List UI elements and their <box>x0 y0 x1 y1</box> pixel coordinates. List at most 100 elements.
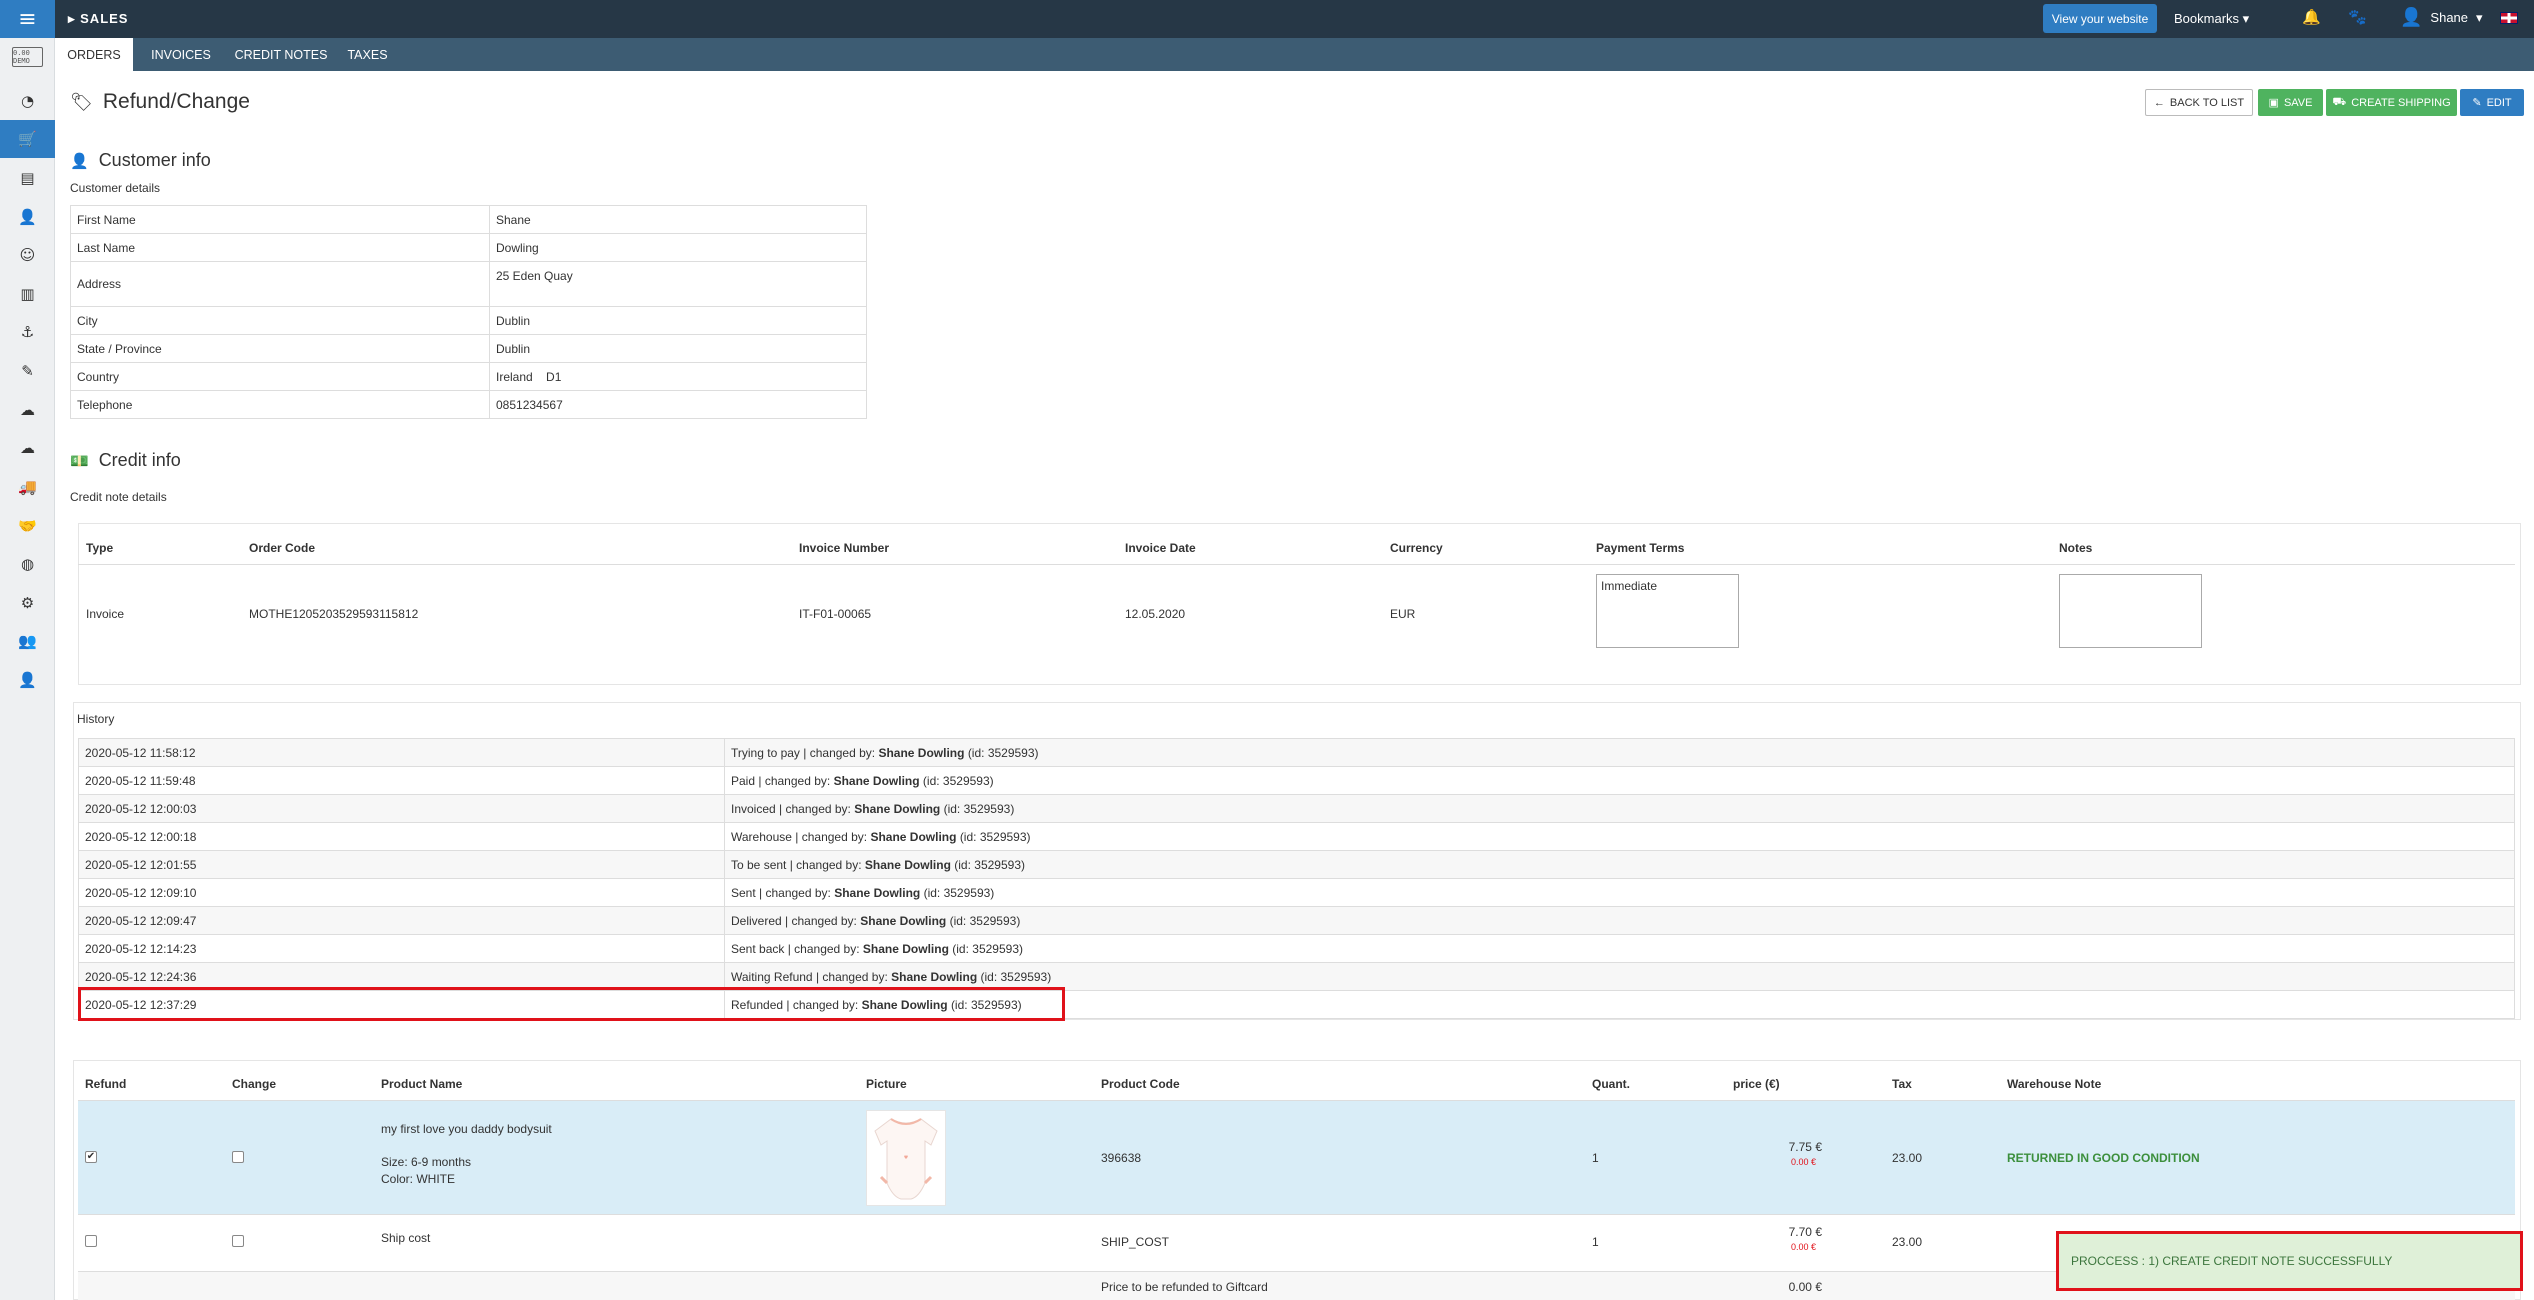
globe-icon[interactable]: ◍ <box>0 545 55 583</box>
cat-icon[interactable]: 🐾 <box>2348 8 2367 26</box>
tab-orders[interactable]: ORDERS <box>55 38 133 71</box>
gear-icon[interactable]: ⚙ <box>0 584 55 622</box>
truck-icon[interactable]: 🚚 <box>0 468 55 506</box>
payment-terms-textarea[interactable]: Immediate <box>1596 574 1739 648</box>
tab-taxes[interactable]: TAXES <box>339 38 396 71</box>
user-id: (id: 3529593) <box>949 913 1021 928</box>
edit-icon[interactable]: ✎ <box>0 352 55 390</box>
person-icon[interactable]: 👤 <box>0 661 55 699</box>
bookmarks-dropdown[interactable]: Bookmarks ▾ <box>2174 11 2249 27</box>
customer-table: First Name Shane Last Name Dowling Address… <box>70 205 867 419</box>
field-label: Address <box>70 261 490 307</box>
edit-button[interactable]: ✎ EDIT <box>2460 89 2524 116</box>
status-text: Sent <box>731 885 756 900</box>
product-quantity: 1 <box>1592 1151 1599 1165</box>
header-picture: Picture <box>866 1077 907 1091</box>
header-warehouse-note: Warehouse Note <box>2007 1077 2102 1091</box>
cart-icon[interactable]: 🛒 <box>0 120 55 158</box>
tab-invoices[interactable]: INVOICES <box>139 38 223 71</box>
changed-by-label: changed by: <box>822 969 888 984</box>
changed-by-user: Shane Dowling <box>833 773 920 788</box>
customer-details-label: Customer details <box>70 181 161 195</box>
menu-icon[interactable]: ≡ <box>0 0 55 38</box>
section-label: SALES <box>80 11 129 26</box>
notes-textarea[interactable] <box>2059 574 2202 648</box>
bookmarks-label: Bookmarks <box>2174 11 2240 26</box>
changed-by-user: Shane Dowling <box>864 857 951 872</box>
dashboard-icon[interactable]: ◔ <box>0 82 55 120</box>
uk-flag-icon[interactable] <box>2500 12 2518 24</box>
cloud-upload-icon[interactable]: ☁ <box>0 429 55 467</box>
header-payment-terms: Payment Terms <box>1596 541 1685 555</box>
header-product-code: Product Code <box>1101 1077 1180 1091</box>
changed-by-user: Shane Dowling <box>860 913 947 928</box>
chevron-down-icon: ▾ <box>2476 9 2483 25</box>
user-id: (id: 3529593) <box>923 885 995 900</box>
changed-by-label: changed by: <box>801 829 868 844</box>
product-price-refund: 0.00 € <box>1790 1157 1816 1167</box>
history-date: 2020-05-12 12:14:23 <box>78 934 725 963</box>
table-row: 2020-05-12 12:09:47 Delivered | changed b… <box>78 906 2515 935</box>
anchor-icon[interactable]: ⚓ <box>0 313 55 351</box>
credit-type: Invoice <box>86 607 125 621</box>
smile-icon[interactable]: ☺ <box>0 236 55 274</box>
header-invoice-date: Invoice Date <box>1125 541 1196 555</box>
cloud-icon[interactable]: ☁ <box>0 391 55 429</box>
currency: EUR <box>1390 607 1416 621</box>
changed-by-user: Shane Dowling <box>878 745 965 760</box>
changed-by-label: changed by: <box>785 801 851 816</box>
table-row: City Dublin <box>70 306 867 335</box>
users-icon[interactable]: 👥 <box>0 622 55 660</box>
table-row: 2020-05-12 12:09:10 Sent | changed by: Sh… <box>78 878 2515 907</box>
header-currency: Currency <box>1390 541 1443 555</box>
back-label: BACK TO LIST <box>2169 96 2245 109</box>
product-picture[interactable]: ♥ <box>866 1110 946 1206</box>
status-text: Waiting Refund <box>731 969 813 984</box>
refund-checkbox[interactable] <box>85 1235 97 1247</box>
user-menu[interactable]: 👤 Shane ▾ <box>2400 7 2483 28</box>
header-price: price (€) <box>1733 1077 1780 1091</box>
header-change: Change <box>232 1077 277 1091</box>
history-date: 2020-05-12 11:58:12 <box>78 738 725 767</box>
changed-by-user: Shane Dowling <box>870 829 957 844</box>
tag-icon: 🏷 <box>70 91 93 113</box>
history-status: Sent | changed by: Shane Dowling (id: 35… <box>724 878 2515 907</box>
header-notes: Notes <box>2059 541 2093 555</box>
chart-icon[interactable]: ▥ <box>0 275 55 313</box>
field-label: Telephone <box>70 390 490 419</box>
box-icon[interactable]: ▤ <box>0 159 55 197</box>
giftcard-label: Price to be refunded to Giftcard <box>1101 1280 1268 1294</box>
history-status: Warehouse | changed by: Shane Dowling (i… <box>724 822 2515 851</box>
tab-credit-notes[interactable]: CREDIT NOTES <box>226 38 336 71</box>
refund-checkbox[interactable]: ✔ <box>85 1151 97 1163</box>
change-checkbox[interactable] <box>232 1151 244 1163</box>
field-value: Ireland D1 <box>489 362 867 391</box>
create-shipping-label: CREATE SHIPPING <box>2351 96 2451 109</box>
create-shipping-button[interactable]: ⛟ CREATE SHIPPING <box>2326 89 2457 116</box>
divider <box>78 564 2515 565</box>
field-label: Country <box>70 362 490 391</box>
history-status: Invoiced | changed by: Shane Dowling (id… <box>724 794 2515 823</box>
user-id: (id: 3529593) <box>967 745 1039 760</box>
field-label: First Name <box>70 205 490 234</box>
floppy-icon: ▣ <box>2268 97 2279 109</box>
status-text: Delivered <box>731 913 782 928</box>
header-product-name: Product Name <box>381 1077 463 1091</box>
product-code: SHIP_COST <box>1101 1235 1170 1249</box>
bell-icon[interactable]: 🔔 <box>2302 8 2321 26</box>
product-tax: 23.00 <box>1892 1235 1923 1249</box>
user-icon[interactable]: 👤 <box>0 198 55 236</box>
view-website-button[interactable]: View your website <box>2043 4 2157 33</box>
table-row: First Name Shane <box>70 205 867 234</box>
back-to-list-button[interactable]: ← BACK TO LIST <box>2145 89 2253 116</box>
success-notification[interactable]: PROCCESS : 1) CREATE CREDIT NOTE SUCCESS… <box>2056 1231 2523 1291</box>
status-text: Sent back <box>731 941 785 956</box>
save-label: SAVE <box>2283 96 2313 109</box>
product-tax: 23.00 <box>1892 1151 1923 1165</box>
status-text: Invoiced <box>731 801 776 816</box>
change-checkbox[interactable] <box>232 1235 244 1247</box>
logo[interactable]: 0.00 DEMO <box>0 38 55 76</box>
page-title: 🏷 Refund/Change <box>70 90 250 114</box>
handshake-icon[interactable]: 🤝 <box>0 507 55 545</box>
save-button[interactable]: ▣ SAVE <box>2258 89 2323 116</box>
